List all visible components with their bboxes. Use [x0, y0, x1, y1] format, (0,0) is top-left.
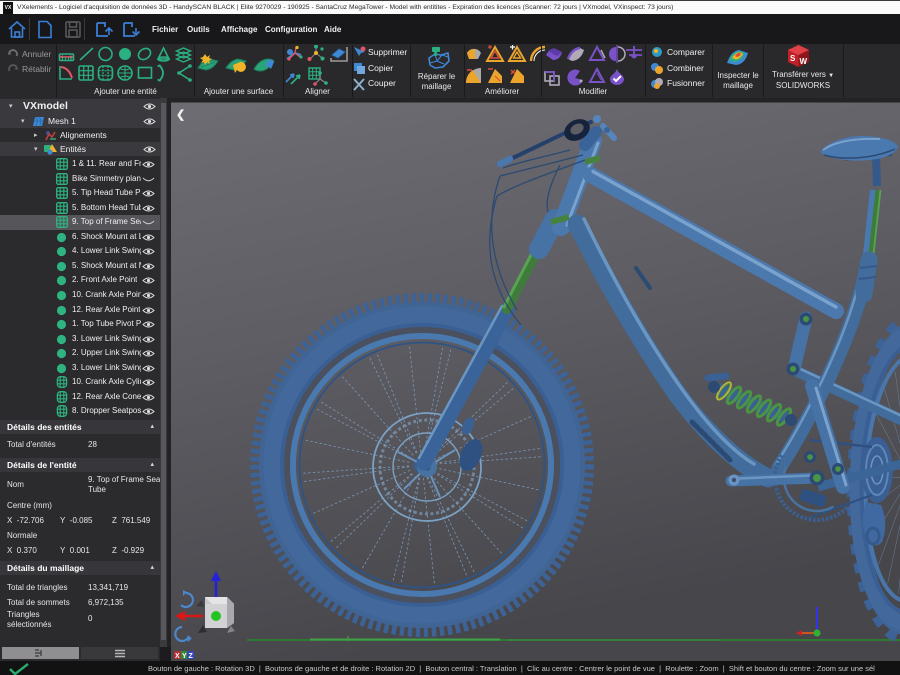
- svg-text:W: W: [800, 57, 808, 66]
- svg-text:X: X: [175, 653, 180, 660]
- svg-text:S: S: [790, 54, 796, 63]
- svg-text:❮: ❮: [176, 109, 185, 121]
- svg-text:Y: Y: [182, 653, 187, 660]
- svg-text:Z: Z: [189, 653, 194, 660]
